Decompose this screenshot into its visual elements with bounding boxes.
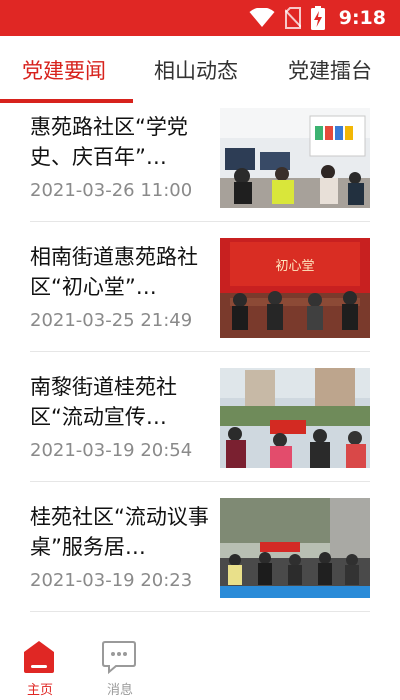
news-item[interactable]: 惠苑路社区“学党史、庆百年”… 2021-03-26 11:00 (30, 106, 370, 236)
news-date: 2021-03-19 20:54 (30, 440, 193, 461)
news-item[interactable]: 相南街道惠苑路社区“初心堂”… 2021-03-25 21:49 初心堂 (30, 236, 370, 366)
message-icon (102, 641, 136, 675)
tab-xiangshan-news[interactable]: 相山动态 (154, 36, 238, 104)
battery-charging-icon (310, 6, 325, 30)
news-item[interactable]: 南黎街道桂苑社区“流动宣传… 2021-03-19 20:54 (30, 366, 370, 496)
thumbnail-banner-text: 初心堂 (275, 259, 314, 274)
bottom-nav: 主页 消息 (0, 624, 400, 700)
news-thumbnail (220, 108, 370, 208)
news-title: 相南街道惠苑路社区“初心堂”… (30, 245, 198, 299)
nav-home[interactable]: 主页 (10, 624, 70, 700)
tab-bar: 党建要闻 相山动态 党建擂台 (0, 36, 400, 104)
nav-home-label: 主页 (26, 683, 53, 698)
news-date: 2021-03-26 11:00 (30, 180, 193, 201)
news-title: 南黎街道桂苑社区“流动宣传… (30, 375, 177, 429)
tab-party-news[interactable]: 党建要闻 (22, 36, 106, 104)
news-date: 2021-03-19 20:23 (30, 570, 193, 591)
news-list[interactable]: 惠苑路社区“学党史、庆百年”… 2021-03-26 11:00 相南街道惠苑路… (0, 104, 400, 624)
divider (30, 221, 370, 222)
home-icon (24, 641, 54, 673)
news-date: 2021-03-25 21:49 (30, 310, 193, 331)
news-title: 桂苑社区“流动议事桌”服务居… (30, 505, 209, 559)
status-time: 9:18 (338, 7, 386, 29)
nav-messages-label: 消息 (106, 683, 133, 698)
news-thumbnail (220, 498, 370, 598)
news-thumbnail (220, 368, 370, 468)
divider (30, 351, 370, 352)
status-bar: 9:18 (0, 0, 400, 36)
no-sim-icon (284, 7, 301, 29)
news-item[interactable]: 桂苑社区“流动议事桌”服务居… 2021-03-19 20:23 (30, 496, 370, 624)
divider (30, 611, 370, 612)
tab-party-arena[interactable]: 党建擂台 (288, 36, 372, 104)
status-icons: 9:18 (249, 0, 386, 36)
news-title: 惠苑路社区“学党史、庆百年”… (30, 115, 188, 169)
nav-messages[interactable]: 消息 (90, 624, 150, 700)
wifi-icon (249, 8, 275, 27)
active-tab-indicator (0, 99, 133, 103)
divider (30, 481, 370, 482)
news-thumbnail: 初心堂 (220, 238, 370, 338)
